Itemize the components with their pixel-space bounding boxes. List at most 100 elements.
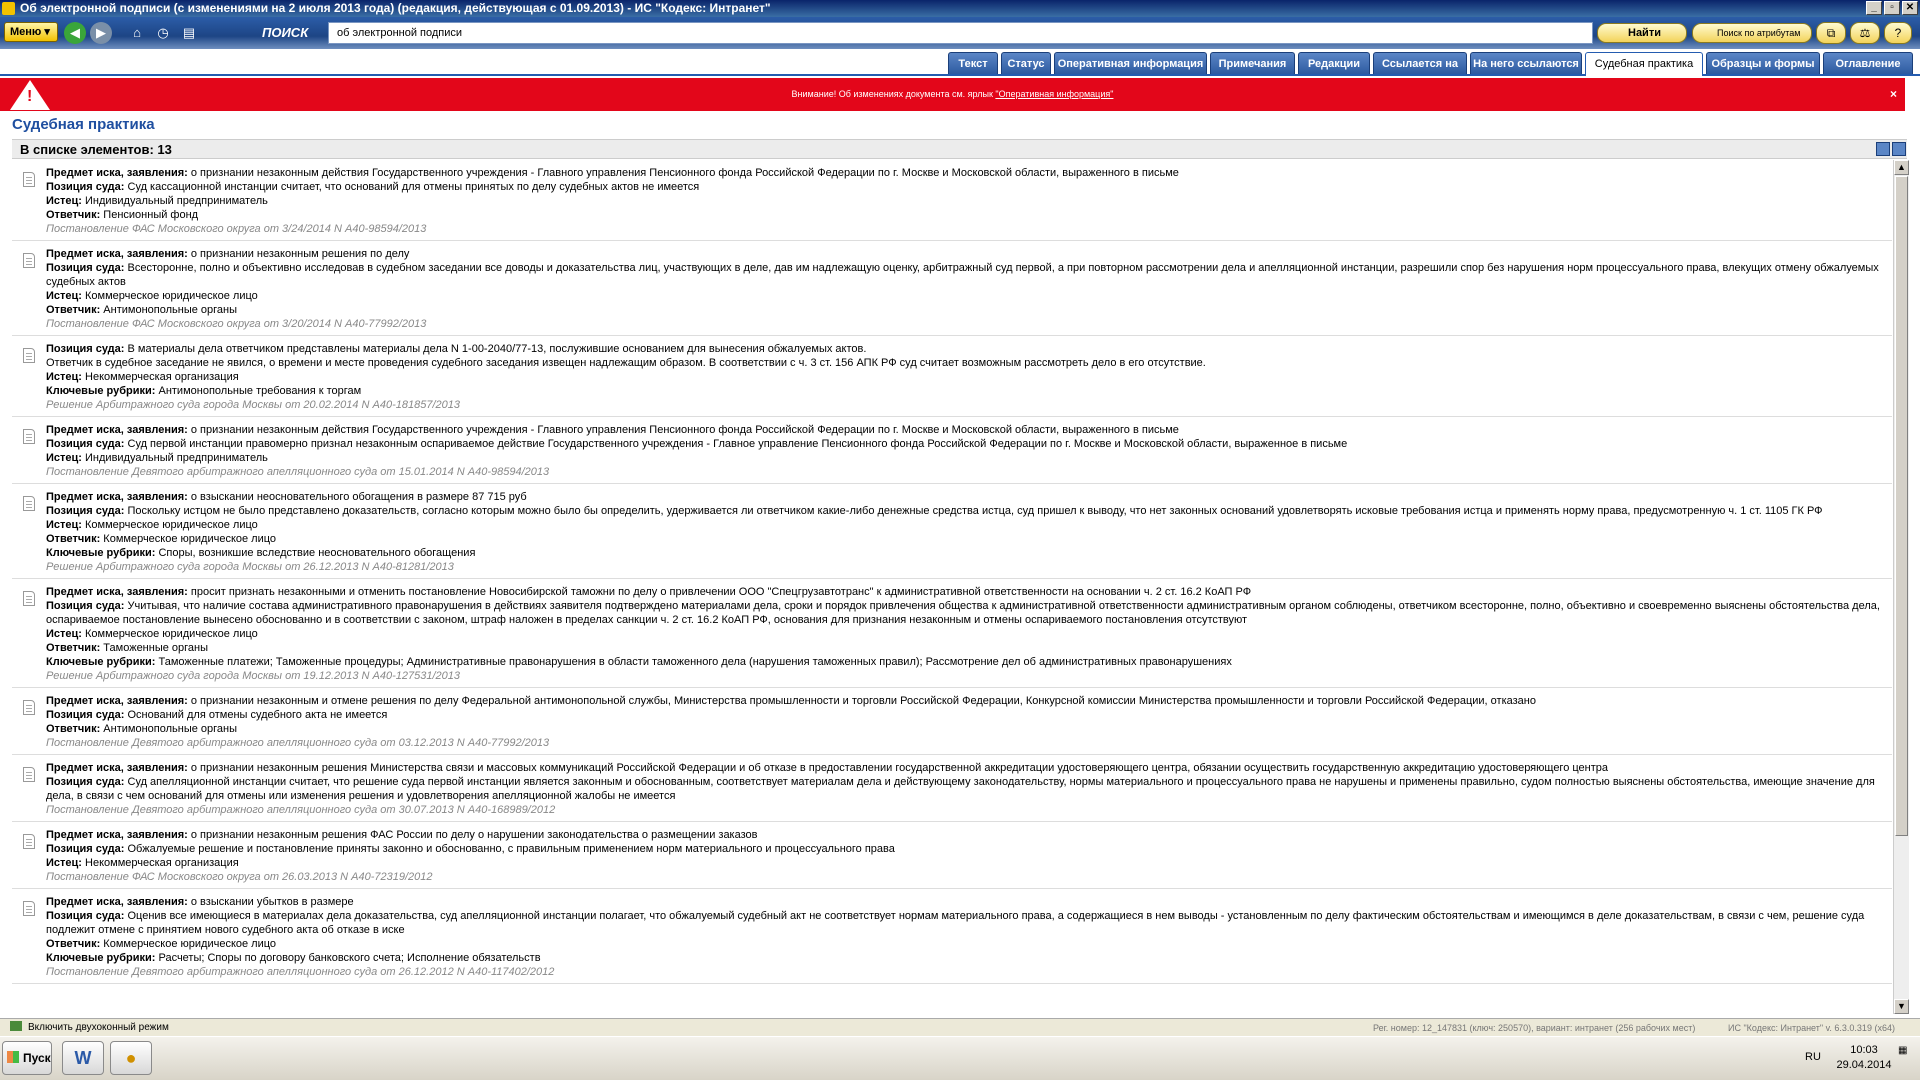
scroll-down-icon[interactable]: ▼	[1894, 999, 1909, 1014]
list-count: В списке элементов: 13	[20, 142, 172, 157]
item-source[interactable]: Постановление Девятого арбитражного апел…	[46, 803, 1892, 817]
item-field-value: Некоммерческая организация	[81, 371, 239, 383]
bookmark-icon[interactable]: ⚖	[1850, 22, 1880, 44]
item-field-label: Ответчик:	[46, 642, 101, 654]
start-button[interactable]: Пуск	[2, 1041, 52, 1075]
scroll-up-icon[interactable]: ▲	[1894, 160, 1909, 175]
dual-window-toggle[interactable]: Включить двухоконный режим	[10, 1019, 169, 1037]
item-field-value: Антимонопольные органы	[100, 304, 238, 316]
item-field-value: о признании незаконным и отмене решения …	[187, 695, 1536, 707]
list-item[interactable]: Предмет иска, заявления: просит признать…	[12, 579, 1892, 688]
item-field-label: Ответчик:	[46, 938, 101, 950]
list-item[interactable]: Предмет иска, заявления: о признании нез…	[12, 241, 1892, 336]
item-field-value: Суд первой инстанции правомерно признал …	[124, 438, 1348, 450]
home-icon[interactable]: ⌂	[126, 22, 148, 44]
item-field-value: Коммерческое юридическое лицо	[81, 290, 258, 302]
item-line: Истец: Некоммерческая организация	[46, 370, 1892, 384]
vertical-scrollbar[interactable]: ▲ ▼	[1893, 160, 1909, 1014]
tab-court-practice[interactable]: Судебная практика	[1585, 52, 1703, 76]
item-source[interactable]: Постановление Девятого арбитражного апел…	[46, 965, 1892, 979]
help-icon[interactable]: ?	[1884, 22, 1912, 44]
taskbar: Пуск W ● RU 10:03 29.04.2014 ▦	[0, 1036, 1920, 1080]
item-source[interactable]: Решение Арбитражного суда города Москвы …	[46, 560, 1892, 574]
item-source[interactable]: Решение Арбитражного суда города Москвы …	[46, 669, 1892, 683]
item-field-value: Расчеты; Споры по договору банковского с…	[155, 952, 541, 964]
minimize-button[interactable]: _	[1866, 1, 1882, 15]
item-source[interactable]: Решение Арбитражного суда города Москвы …	[46, 398, 1892, 412]
folder-icon[interactable]: ▤	[178, 22, 200, 44]
list-item[interactable]: Предмет иска, заявления: о взыскании нео…	[12, 484, 1892, 579]
scroll-thumb[interactable]	[1895, 176, 1908, 836]
restore-button[interactable]: ▫	[1884, 1, 1900, 15]
item-source[interactable]: Постановление Девятого арбитражного апел…	[46, 465, 1892, 479]
close-button[interactable]: ✕	[1902, 1, 1918, 15]
window-mode-icon[interactable]: ⧉	[1816, 22, 1846, 44]
tab-samples-forms[interactable]: Образцы и формы	[1706, 52, 1820, 74]
tab-refers-to[interactable]: Ссылается на	[1373, 52, 1467, 74]
item-line: Ответчик: Коммерческое юридическое лицо	[46, 532, 1892, 546]
find-button[interactable]: Найти	[1597, 23, 1687, 43]
clock[interactable]: 10:03 29.04.2014	[1834, 1043, 1894, 1073]
history-icon[interactable]: ◷	[152, 22, 174, 44]
item-field-label: Ответчик:	[46, 209, 101, 221]
list-item[interactable]: Предмет иска, заявления: о признании нез…	[12, 755, 1892, 822]
item-field-label: Предмет иска, заявления:	[46, 586, 188, 598]
alert-link[interactable]: "Оперативная информация"	[995, 89, 1113, 99]
tab-status[interactable]: Статус	[1001, 52, 1051, 74]
item-field-label: Предмет иска, заявления:	[46, 248, 188, 260]
list-item[interactable]: Позиция суда: В материалы дела ответчико…	[12, 336, 1892, 417]
item-field-label: Предмет иска, заявления:	[46, 424, 188, 436]
item-field-value: Таможенные органы	[100, 642, 209, 654]
tab-text[interactable]: Текст	[948, 52, 998, 74]
attribute-search-button[interactable]: Поиск по атрибутам	[1692, 23, 1812, 43]
tab-notes[interactable]: Примечания	[1210, 52, 1295, 74]
tab-contents[interactable]: Оглавление	[1823, 52, 1913, 74]
item-line: Истец: Некоммерческая организация	[46, 856, 1892, 870]
kodeks-taskbar-button[interactable]: ●	[110, 1041, 152, 1075]
list-item[interactable]: Предмет иска, заявления: о взыскании убы…	[12, 889, 1892, 984]
item-field-value: о признании незаконным действия Государс…	[187, 424, 1179, 436]
item-source[interactable]: Постановление ФАС Московского округа от …	[46, 222, 1892, 236]
find-label: Найти	[1628, 27, 1661, 39]
item-source[interactable]: Постановление ФАС Московского округа от …	[46, 317, 1892, 331]
search-input[interactable]: об электронной подписи	[328, 22, 1593, 44]
item-field-value: Суд кассационной инстанции считает, что …	[124, 181, 700, 193]
registration-info: Рег. номер: 12_147831 (ключ: 250570), ва…	[1373, 1023, 1696, 1033]
item-line: Предмет иска, заявления: просит признать…	[46, 585, 1892, 599]
item-line: Позиция суда: Учитывая, что наличие сост…	[46, 599, 1892, 627]
item-field-value: просит признать незаконными и отменить п…	[187, 586, 1252, 598]
menu-button[interactable]: Меню ▾	[4, 22, 58, 42]
item-field-value: Суд апелляционной инстанции считает, что…	[46, 776, 1875, 802]
language-indicator[interactable]: RU	[1805, 1051, 1821, 1063]
sort-icon[interactable]	[1892, 142, 1906, 156]
forward-icon[interactable]: ▶	[90, 22, 112, 44]
item-field-value: Индивидуальный предприниматель	[81, 195, 268, 207]
document-icon	[23, 348, 35, 363]
list-item[interactable]: Предмет иска, заявления: о признании нез…	[12, 822, 1892, 889]
show-desktop-icon[interactable]: ▦	[1898, 1045, 1914, 1061]
collapse-icon[interactable]	[1876, 142, 1890, 156]
item-line: Предмет иска, заявления: о признании нез…	[46, 694, 1892, 708]
app-icon	[2, 2, 15, 15]
tab-operative-info[interactable]: Оперативная информация	[1054, 52, 1207, 74]
tab-revisions[interactable]: Редакции	[1298, 52, 1370, 74]
tab-referenced-by[interactable]: На него ссылаются	[1470, 52, 1582, 74]
document-icon	[23, 253, 35, 268]
item-source[interactable]: Постановление Девятого арбитражного апел…	[46, 736, 1892, 750]
clock-time: 10:03	[1850, 1044, 1878, 1056]
back-icon[interactable]: ◀	[64, 22, 86, 44]
list-item[interactable]: Предмет иска, заявления: о признании нез…	[12, 160, 1892, 241]
version-info: ИС "Кодекс: Интранет" v. 6.3.0.319 (x64)	[1728, 1023, 1895, 1033]
list-item[interactable]: Предмет иска, заявления: о признании нез…	[12, 417, 1892, 484]
item-line: Ответчик: Антимонопольные органы	[46, 303, 1892, 317]
item-line: Ключевые рубрики: Расчеты; Споры по дого…	[46, 951, 1892, 965]
attribute-search-label: Поиск по атрибутам	[1717, 28, 1801, 38]
item-field-label: Истец:	[46, 195, 82, 207]
item-field-label: Предмет иска, заявления:	[46, 167, 188, 179]
item-line: Ответчик: Антимонопольные органы	[46, 722, 1892, 736]
item-source[interactable]: Постановление ФАС Московского округа от …	[46, 870, 1892, 884]
list-item[interactable]: Предмет иска, заявления: о признании нез…	[12, 688, 1892, 755]
alert-close-icon[interactable]: ×	[1890, 78, 1897, 111]
item-field-label: Ответчик:	[46, 533, 101, 545]
word-taskbar-button[interactable]: W	[62, 1041, 104, 1075]
